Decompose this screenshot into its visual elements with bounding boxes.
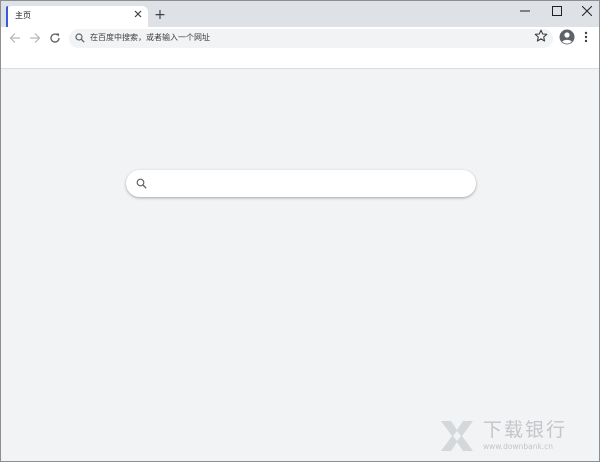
close-icon [134,10,142,18]
watermark: 下载银行 www.downbank.cn [439,417,589,457]
tab-active-indicator [6,6,8,27]
new-tab-page [1,70,599,461]
profile-avatar-icon[interactable] [559,29,575,45]
bookmark-bar [1,49,599,69]
browser-window: 主页 + 在百度中搜索，或者输入一个网址 下载银行 www.downbank.c… [0,0,600,462]
tab-strip: 主页 + [1,1,599,27]
tab-close-button[interactable] [132,10,144,22]
minimize-button[interactable] [510,1,540,21]
forward-button[interactable] [27,30,43,46]
page-search-box[interactable] [126,170,476,197]
maximize-button[interactable] [542,1,572,21]
window-close-button[interactable] [572,1,599,21]
tab-title: 主页 [15,11,31,20]
search-icon [75,33,85,43]
minimize-icon [520,10,530,12]
reload-button[interactable] [47,30,63,46]
close-icon [582,6,592,16]
bookmark-star-icon[interactable] [534,29,548,43]
tab-home[interactable]: 主页 [6,6,148,27]
search-icon [136,178,147,189]
address-bar[interactable]: 在百度中搜索，或者输入一个网址 [69,29,553,48]
new-tab-button[interactable]: + [153,8,167,22]
address-bar-placeholder: 在百度中搜索，或者输入一个网址 [90,33,210,42]
watermark-logo-icon [441,421,473,451]
watermark-title: 下载银行 [483,419,568,441]
back-arrow-icon [9,33,20,43]
browser-toolbar: 在百度中搜索，或者输入一个网址 [1,27,599,49]
back-button[interactable] [7,30,23,46]
plus-icon: + [154,7,166,23]
more-menu-icon[interactable] [581,29,591,45]
forward-arrow-icon [30,33,41,43]
watermark-url: www.downbank.cn [483,442,554,451]
reload-icon [50,33,60,43]
maximize-icon [552,6,562,16]
